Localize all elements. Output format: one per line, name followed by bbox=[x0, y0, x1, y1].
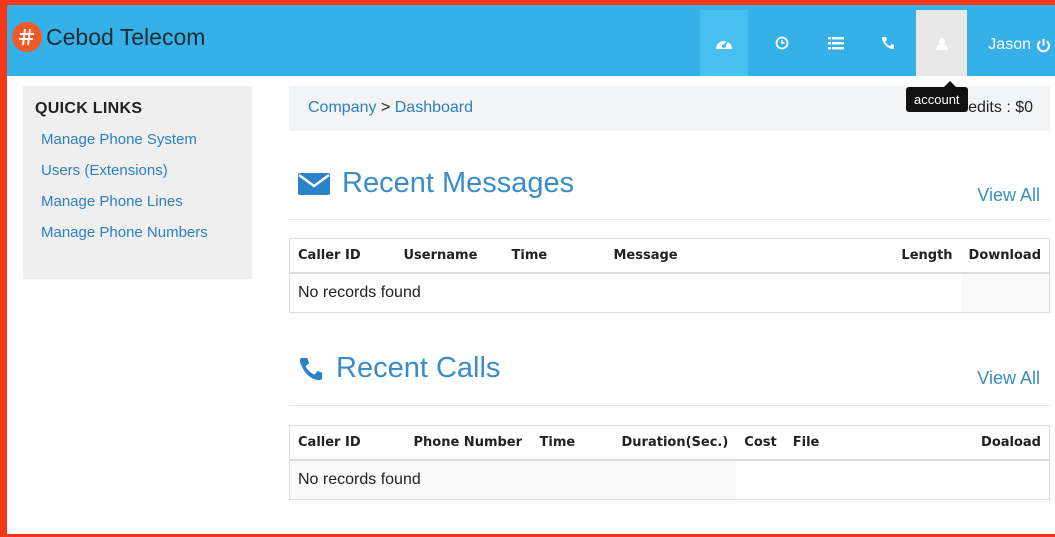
column-header[interactable]: Time bbox=[503, 238, 606, 274]
logo-mark-icon bbox=[12, 22, 42, 52]
column-header[interactable]: Username bbox=[395, 238, 504, 274]
column-header[interactable]: Phone Number bbox=[405, 425, 532, 461]
column-header[interactable]: Length bbox=[890, 238, 961, 274]
table-cell bbox=[960, 272, 1050, 313]
breadcrumb-dashboard[interactable]: Dashboard bbox=[395, 99, 473, 116]
history-icon[interactable] bbox=[758, 10, 806, 76]
column-header[interactable]: Message bbox=[605, 238, 891, 274]
top-navbar: Cebod Telecom Jason bbox=[7, 5, 1055, 76]
table-header-row: Caller ID Phone Number Time Duration(Sec… bbox=[289, 425, 1050, 461]
phone-icon bbox=[299, 357, 323, 380]
recent-messages-table: Caller ID Username Time Message Length D… bbox=[289, 238, 1050, 313]
table-header-row: Caller ID Username Time Message Length D… bbox=[289, 238, 1050, 274]
account-tooltip: account bbox=[906, 81, 968, 112]
recent-calls-heading: Recent Calls bbox=[298, 352, 500, 385]
recent-messages-title: Recent Messages bbox=[342, 167, 575, 199]
column-header[interactable]: Caller ID bbox=[289, 425, 406, 461]
sidebar-item-users-extensions[interactable]: Users (Extensions) bbox=[41, 161, 252, 192]
account-icon[interactable] bbox=[916, 10, 967, 76]
divider bbox=[289, 405, 1050, 406]
column-header[interactable]: File bbox=[784, 425, 970, 461]
recent-calls-title: Recent Calls bbox=[336, 352, 501, 384]
recent-messages-heading: Recent Messages bbox=[298, 167, 574, 200]
empty-message: No records found bbox=[289, 272, 961, 313]
column-header[interactable]: Cost bbox=[736, 425, 785, 461]
breadcrumb-company[interactable]: Company bbox=[308, 99, 376, 116]
column-header[interactable]: Caller ID bbox=[289, 238, 396, 274]
table-row: No records found bbox=[289, 459, 1050, 500]
messages-view-all-link[interactable]: View All bbox=[977, 185, 1040, 206]
quick-links-title: QUICK LINKS bbox=[35, 100, 143, 117]
breadcrumb-separator: > bbox=[380, 99, 391, 116]
empty-message: No records found bbox=[289, 459, 737, 500]
calls-view-all-link[interactable]: View All bbox=[977, 368, 1040, 389]
dashboard-icon[interactable] bbox=[700, 10, 748, 76]
brand-name: Cebod Telecom bbox=[46, 23, 206, 50]
user-menu[interactable]: Jason bbox=[988, 36, 1051, 54]
phone-icon[interactable] bbox=[864, 10, 912, 76]
power-icon bbox=[1037, 38, 1050, 52]
column-header[interactable]: Doaload bbox=[969, 425, 1050, 461]
table-row: No records found bbox=[289, 272, 1050, 313]
user-name: Jason bbox=[988, 36, 1031, 53]
brand-logo[interactable]: Cebod Telecom bbox=[12, 22, 205, 52]
column-header[interactable]: Time bbox=[531, 425, 614, 461]
sidebar-item-manage-phone-system[interactable]: Manage Phone System bbox=[41, 130, 252, 161]
sidebar-item-manage-phone-lines[interactable]: Manage Phone Lines bbox=[41, 192, 252, 223]
column-header[interactable]: Duration(Sec.) bbox=[613, 425, 737, 461]
sidebar-item-manage-phone-numbers[interactable]: Manage Phone Numbers bbox=[41, 223, 252, 254]
recent-calls-table: Caller ID Phone Number Time Duration(Sec… bbox=[289, 425, 1050, 500]
envelope-icon bbox=[298, 172, 330, 195]
quick-links-panel: QUICK LINKS Manage Phone System Users (E… bbox=[23, 86, 252, 279]
list-icon[interactable] bbox=[812, 10, 860, 76]
table-cell bbox=[736, 459, 1050, 500]
column-header[interactable]: Download bbox=[960, 238, 1050, 274]
divider bbox=[289, 219, 1050, 220]
